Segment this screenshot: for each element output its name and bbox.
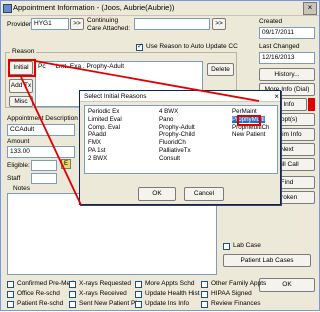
reason-list[interactable]: Periodic Ex Limited Eval Comp. Eval PAadd FM… <box>84 105 278 174</box>
staff-label: Staff <box>7 175 21 182</box>
created-value: 09/17/2011 <box>259 27 315 39</box>
eligible-input[interactable] <box>31 160 57 171</box>
misc-button[interactable]: Misc <box>9 96 33 107</box>
reason-list-item[interactable]: PerMaint <box>232 108 257 115</box>
reason-list-item[interactable]: ProphyMultl <box>232 115 265 123</box>
amount-input[interactable]: 133.00 <box>7 146 75 158</box>
initial-button[interactable]: Initial <box>9 61 33 75</box>
reason-value: Lmt. Exa . Prophy-Adult <box>55 63 125 70</box>
option-checkbox[interactable] <box>135 291 142 298</box>
option-checkbox-label: Office Re-schd <box>17 290 60 297</box>
dialog-close-icon[interactable]: × <box>274 91 279 102</box>
provider-input[interactable]: HYG1 <box>31 18 69 30</box>
reason-list-item[interactable]: Consult <box>159 155 180 162</box>
dialog-title-text: Select Initial Reasons <box>84 93 147 100</box>
option-checkbox[interactable] <box>7 291 14 298</box>
close-icon[interactable]: × <box>303 2 317 15</box>
dialog-ok-button[interactable]: OK <box>138 187 176 201</box>
reason-list-item[interactable]: Prophy-Adult <box>159 124 195 131</box>
option-checkbox-label: Update Ins Info <box>145 300 190 307</box>
window-title: Appointment Information - (Joos, Aubrie(… <box>13 3 175 12</box>
option-checkbox-label: HIPAA Signed <box>211 290 252 297</box>
notes-label: Notes <box>13 185 30 192</box>
option-checkbox-label: Confirmed Pre-Med <box>17 280 74 287</box>
reason-list-item[interactable]: Pano <box>159 116 173 123</box>
option-checkbox-label: Sent New Patient Pkg <box>79 300 143 307</box>
amount-label: Amount <box>7 138 30 145</box>
pat-info-alert-marker <box>308 98 315 111</box>
reason-prefix: Pc <box>38 63 46 70</box>
option-checkbox-label: More Appts Schd <box>145 280 195 287</box>
option-checkbox[interactable] <box>135 281 142 288</box>
ok-button[interactable]: OK <box>259 278 315 292</box>
reason-list-item[interactable]: New Patient <box>232 131 265 138</box>
reason-list-item[interactable]: FMX <box>88 139 101 146</box>
reason-list-item[interactable]: FluoridCh <box>159 139 186 146</box>
option-checkbox[interactable] <box>201 281 208 288</box>
reason-list-item[interactable]: 4 BWX <box>159 108 178 115</box>
continuing-care-input[interactable] <box>134 18 210 30</box>
use-reason-checkbox[interactable] <box>136 42 143 51</box>
option-checkbox[interactable] <box>69 281 76 288</box>
reason-list-item[interactable]: Comp. Eval <box>88 124 120 131</box>
reason-group-label: Reason <box>10 48 37 55</box>
option-checkbox[interactable] <box>7 281 14 288</box>
title-bar: Appointment Information - (Joos, Aubrie(… <box>1 1 319 16</box>
dialog-cancel-button[interactable]: Cancel <box>184 187 224 201</box>
appointment-description-label: Appointment Description <box>7 115 78 122</box>
use-reason-label: Use Reason to Auto Update CC <box>146 43 238 50</box>
reason-list-item[interactable]: PalliativeTx <box>159 147 191 154</box>
appointment-information-window: Appointment Information - (Joos, Aubrie(… <box>0 0 320 311</box>
reason-list-item[interactable]: Prophy-Child <box>159 131 195 138</box>
option-checkbox[interactable] <box>201 291 208 298</box>
option-checkbox-label: Other Family Appts <box>211 280 267 287</box>
option-checkbox-label: Review Finances <box>211 300 261 307</box>
patient-lab-cases-button[interactable]: Patient Lab Cases <box>223 254 311 267</box>
option-checkbox[interactable] <box>69 301 76 308</box>
continuing-care-more-button[interactable]: >> <box>212 18 226 30</box>
reason-list-item[interactable]: Periodic Ex <box>88 108 119 115</box>
option-checkbox[interactable] <box>201 301 208 308</box>
reason-list-item[interactable]: 2 BWX <box>88 155 107 162</box>
app-icon <box>3 4 12 13</box>
lab-case-label: Lab Case <box>233 242 261 249</box>
provider-label: Provider: <box>7 21 34 28</box>
provider-more-button[interactable]: >> <box>70 18 84 30</box>
staff-input[interactable] <box>31 173 57 184</box>
eligibility-icon[interactable]: E <box>61 159 71 169</box>
bottom-checkbox-grid: Confirmed Pre-Med X-rays Requested More Ap… <box>1 277 266 311</box>
option-checkbox-label: X-rays Requested <box>79 280 132 287</box>
option-checkbox[interactable] <box>69 291 76 298</box>
option-checkbox-label: X-rays Received <box>79 290 127 297</box>
appointment-description-input[interactable]: CCAdult <box>7 124 75 136</box>
history-button[interactable]: History... <box>259 68 315 81</box>
notes-textarea[interactable] <box>7 193 217 275</box>
add-tx-button[interactable]: Add Tx <box>9 79 33 93</box>
option-checkbox[interactable] <box>7 301 14 308</box>
dialog-title: Select Initial Reasons × <box>80 91 280 102</box>
continuing-care-label: Continuing Care Attached: <box>87 17 130 32</box>
option-checkbox-label: Patient Re-schd <box>17 300 64 307</box>
eligible-label: Eligible: <box>7 162 30 169</box>
option-checkbox-label: Update Health Hist <box>145 290 200 297</box>
delete-button[interactable]: Delete <box>207 63 234 76</box>
reason-list-item[interactable]: Limited Eval <box>88 116 122 123</box>
lab-case-checkbox[interactable] <box>223 243 230 250</box>
reason-list-item[interactable]: PA 1st <box>88 147 105 154</box>
last-changed-label: Last Changed <box>259 43 300 50</box>
reason-list-item[interactable]: ProphMultiCh <box>232 124 270 131</box>
option-checkbox[interactable] <box>135 301 142 308</box>
reason-list-item[interactable]: PAadd <box>88 131 106 138</box>
select-initial-reasons-dialog: Select Initial Reasons × Periodic Ex Limi… <box>79 90 281 205</box>
last-changed-value: 12/16/2013 <box>259 52 315 64</box>
created-label: Created <box>259 18 283 25</box>
